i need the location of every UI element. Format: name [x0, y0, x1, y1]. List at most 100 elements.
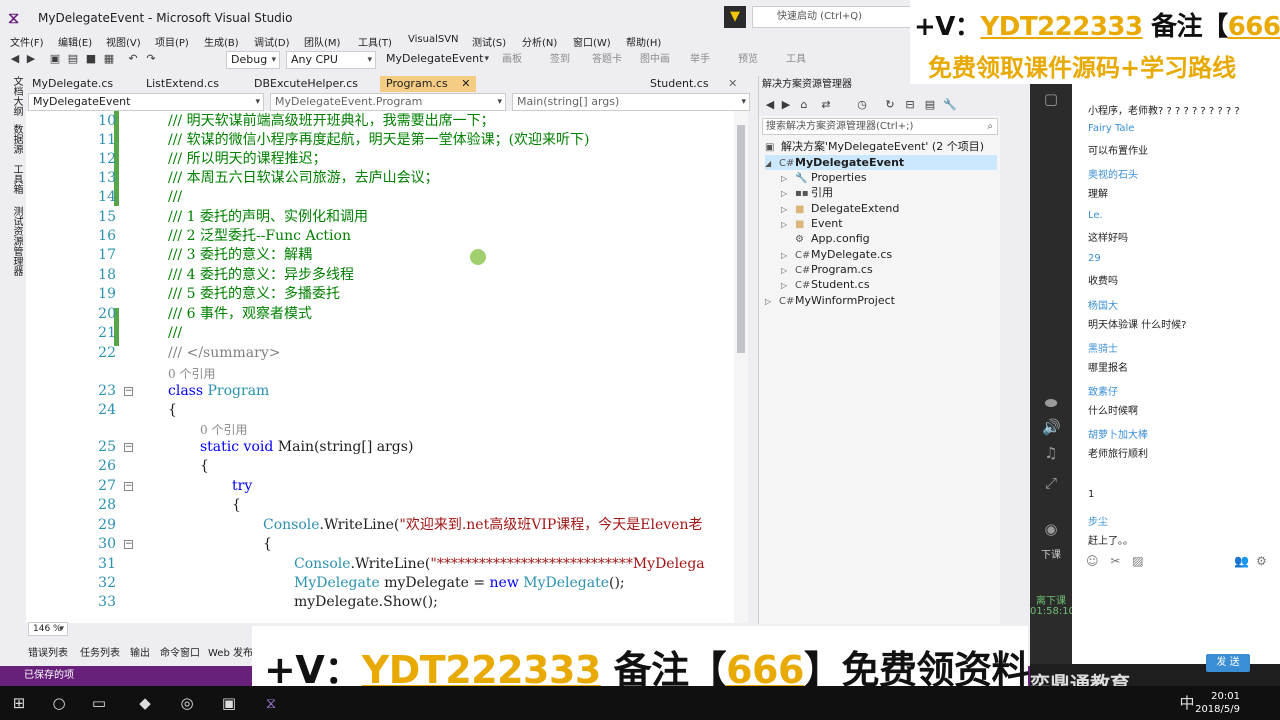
menu-edit[interactable]: 编辑(E): [58, 34, 92, 49]
platform-select[interactable]: Any CPU: [286, 51, 376, 69]
tree-item[interactable]: ▷ C#Student.cs: [781, 277, 870, 292]
users-icon[interactable]: 👥: [1234, 554, 1249, 568]
live-tool-tools[interactable]: 工具: [786, 50, 806, 65]
reference-count[interactable]: 0 个引用: [168, 365, 215, 382]
menu-test[interactable]: 测试(S): [472, 34, 506, 49]
pending-changes-icon[interactable]: ◷: [855, 98, 869, 112]
menu-analyze[interactable]: 分析(N): [522, 34, 557, 49]
quick-launch-input[interactable]: 快速启动 (Ctrl+Q): [752, 6, 912, 28]
fold-toggle[interactable]: −: [124, 482, 133, 491]
class-end-icon[interactable]: ◉: [1042, 520, 1060, 538]
undo-icon[interactable]: ↶: [126, 52, 140, 66]
forward-icon[interactable]: ▶: [24, 52, 38, 66]
tab-error-list[interactable]: 错误列表: [28, 644, 68, 659]
save-all-icon[interactable]: ▦: [102, 52, 116, 66]
forward-icon[interactable]: ▶: [779, 98, 793, 112]
menu-build[interactable]: 生成(B): [204, 34, 239, 49]
send-button[interactable]: 发 送: [1206, 654, 1250, 672]
tab-command-window[interactable]: 命令窗口: [160, 644, 200, 659]
system-clock[interactable]: 20:01 2018/5/9: [1180, 690, 1240, 716]
open-file-icon[interactable]: ▤: [66, 52, 80, 66]
tab-document-outline[interactable]: 文档大纲: [9, 76, 24, 116]
tab-mydelegate[interactable]: MyDelegate.cs: [26, 76, 136, 92]
live-tool-signin[interactable]: 签到: [550, 50, 570, 65]
menu-window[interactable]: 窗口(W): [573, 34, 611, 49]
tree-item[interactable]: ▷ ▪▪ 引用: [781, 185, 833, 200]
properties-icon[interactable]: 🔧: [943, 98, 957, 112]
volume-icon[interactable]: 🔊: [1042, 418, 1061, 436]
emoji-icon[interactable]: ☺: [1086, 554, 1099, 568]
tab-listextend[interactable]: ListExtend.cs: [140, 76, 244, 92]
menu-tools[interactable]: 工具(T): [358, 34, 392, 49]
tab-data-sources[interactable]: 数据源: [9, 124, 24, 154]
tree-item[interactable]: ▷ C#MyDelegate.cs: [781, 247, 892, 262]
tree-item[interactable]: ▷ ■ Event: [781, 216, 843, 231]
editor-scrollbar[interactable]: [734, 111, 748, 623]
panel-icon[interactable]: ▢: [1042, 90, 1060, 108]
project-select[interactable]: MyDelegateEvent: [28, 93, 264, 111]
tab-web-publish[interactable]: Web 发布: [208, 644, 253, 659]
live-tool-hand[interactable]: 举手: [690, 50, 710, 65]
zoom-select[interactable]: 146 %: [28, 622, 68, 636]
show-all-files-icon[interactable]: ▤: [923, 98, 937, 112]
close-tab-icon[interactable]: ✕: [728, 77, 737, 90]
fold-toggle[interactable]: −: [124, 387, 133, 396]
sync-icon[interactable]: ⇄: [819, 98, 833, 112]
member-select[interactable]: Main(string[] args): [512, 93, 750, 111]
notification-flag-icon[interactable]: ▼: [724, 6, 746, 28]
collapse-all-icon[interactable]: ⊟: [903, 98, 917, 112]
tab-toolbox[interactable]: 工具箱: [9, 164, 24, 194]
close-tab-icon[interactable]: ✕: [461, 77, 470, 90]
menu-project[interactable]: 项目(P): [155, 34, 189, 49]
image-icon[interactable]: ▨: [1132, 554, 1143, 568]
code-editor[interactable]: 10/// 明天软谋前端高级班开班典礼，我需要出席一下； 11/// 软谋的微信…: [26, 111, 748, 623]
app-icon[interactable]: ◆: [134, 692, 156, 714]
tab-student[interactable]: Student.cs ✕: [644, 76, 744, 92]
menu-help[interactable]: 帮助(H): [626, 34, 661, 49]
visual-studio-icon[interactable]: ⧖: [260, 692, 282, 714]
tab-output[interactable]: 输出: [130, 644, 150, 659]
fold-toggle[interactable]: −: [124, 540, 133, 549]
tab-test-explorer[interactable]: 测试资源管理器: [9, 206, 24, 276]
app-icon[interactable]: ▣: [218, 692, 240, 714]
settings-icon[interactable]: ⚙: [1256, 554, 1267, 568]
tree-item[interactable]: ▷ ■ DelegateExtend: [781, 201, 899, 216]
class-end-label[interactable]: 下课: [1034, 546, 1068, 561]
chrome-icon[interactable]: ◎: [176, 692, 198, 714]
task-view-icon[interactable]: ▭: [88, 692, 110, 714]
menu-team[interactable]: 团队(M): [304, 34, 340, 49]
reference-count[interactable]: 0 个引用: [200, 421, 247, 438]
tab-task-list[interactable]: 任务列表: [80, 644, 120, 659]
tab-dbexcutehelper[interactable]: DBExcuteHelper.cs: [248, 76, 378, 92]
new-project-icon[interactable]: ▣: [48, 52, 62, 66]
fold-toggle[interactable]: −: [124, 443, 133, 452]
menu-file[interactable]: 文件(F): [10, 34, 44, 49]
pin-icon[interactable]: ⬬: [1042, 394, 1060, 412]
redo-icon[interactable]: ↷: [144, 52, 158, 66]
configuration-select[interactable]: Debug: [226, 51, 280, 69]
home-icon[interactable]: ⌂: [797, 98, 811, 112]
tree-solution[interactable]: ▣ 解决方案'MyDelegateEvent' (2 个项目): [765, 139, 984, 154]
solution-search-input[interactable]: 搜索解决方案资源管理器(Ctrl+;) ⌕: [762, 118, 998, 135]
tree-item[interactable]: ⚙ App.config: [781, 231, 870, 246]
menu-visualsvn[interactable]: VisualSVN: [408, 34, 459, 45]
live-tool-pip[interactable]: 图中画: [640, 50, 670, 65]
menu-view[interactable]: 视图(V): [106, 34, 141, 49]
windows-start-icon[interactable]: ⊞: [8, 692, 30, 714]
scissors-icon[interactable]: ✂: [1110, 554, 1120, 568]
tab-program[interactable]: Program.cs ✕: [380, 76, 476, 92]
refresh-icon[interactable]: ↻: [883, 98, 897, 112]
music-icon[interactable]: ♫: [1042, 444, 1060, 462]
tree-item[interactable]: ▷ C#Program.cs: [781, 262, 873, 277]
tree-project[interactable]: ◢ C#MyDelegateEvent: [765, 155, 997, 170]
search-icon[interactable]: ○: [48, 692, 70, 714]
scrollbar-thumb[interactable]: [737, 125, 745, 353]
class-select[interactable]: MyDelegateEvent.Program: [270, 93, 506, 111]
live-tool-answer[interactable]: 答题卡: [592, 50, 622, 65]
fullscreen-icon[interactable]: ⤢: [1042, 474, 1060, 492]
back-icon[interactable]: ◀: [8, 52, 22, 66]
live-tool-board[interactable]: 画板: [502, 50, 522, 65]
startup-project-button[interactable]: MyDelegateEvent: [382, 51, 492, 69]
save-icon[interactable]: ■: [84, 52, 98, 66]
back-icon[interactable]: ◀: [763, 98, 777, 112]
